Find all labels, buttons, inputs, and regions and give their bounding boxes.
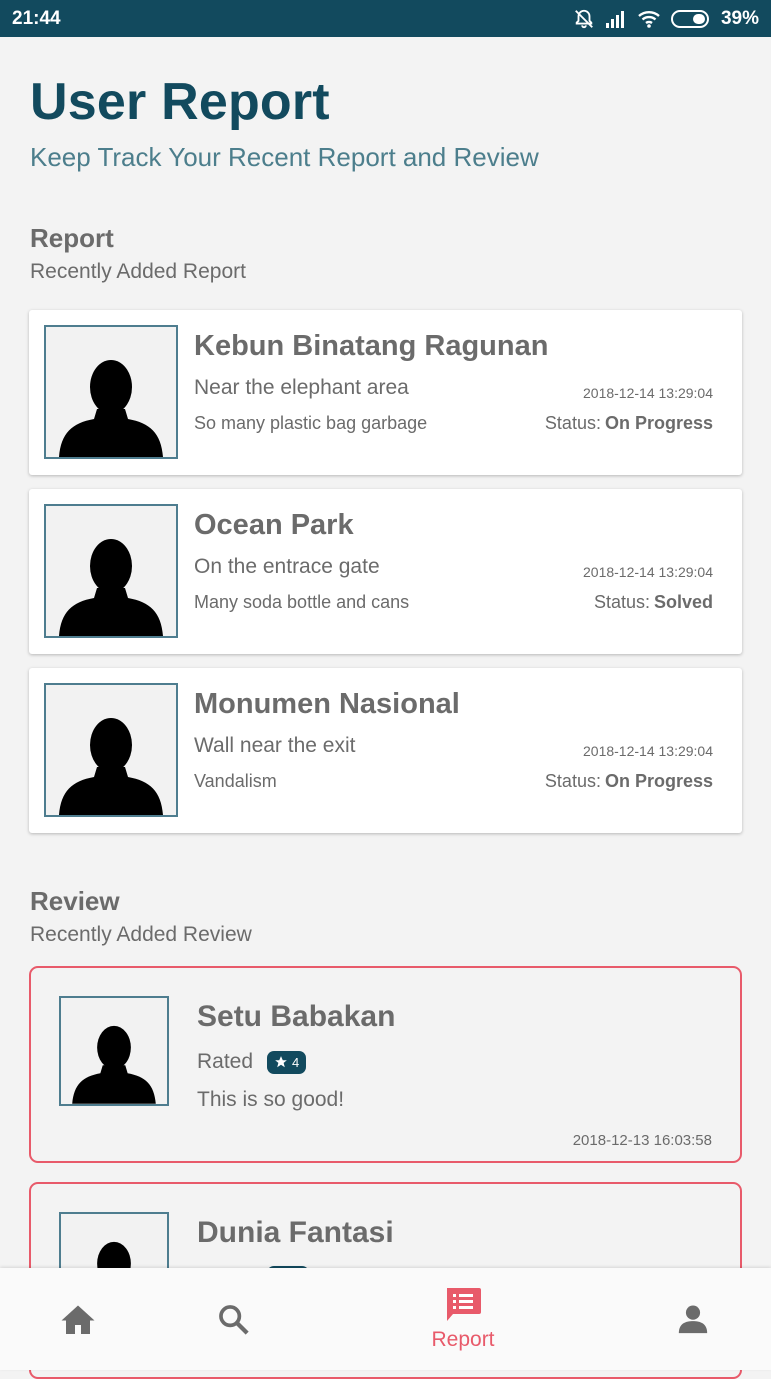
report-place-name: Monumen Nasional (194, 688, 460, 720)
rated-label: Rated (197, 1050, 254, 1073)
report-place-name: Kebun Binatang Ragunan (194, 330, 549, 362)
report-card[interactable]: Ocean Park On the entrace gate Many soda… (29, 489, 742, 654)
status-value: On Progress (604, 771, 713, 791)
review-date: 2018-12-13 16:03:58 (572, 1132, 712, 1149)
rating-value: 4 (292, 1054, 300, 1070)
star-icon (275, 1056, 287, 1068)
report-thumbnail (44, 504, 178, 638)
report-thumbnail (44, 325, 178, 459)
review-section-subtitle: Recently Added Review (30, 923, 252, 946)
nav-search[interactable] (205, 1268, 261, 1370)
review-card[interactable]: Setu Babakan Rated 4 This is so good! 20… (29, 966, 742, 1163)
battery-level: 39% (720, 7, 759, 29)
status-label: Status: (544, 771, 601, 791)
report-thumbnail (44, 683, 178, 817)
search-icon (219, 1305, 249, 1335)
person-silhouette-icon (59, 360, 163, 457)
report-icon (447, 1288, 481, 1321)
status-label: Status: (593, 592, 650, 612)
wifi-icon (637, 9, 661, 29)
report-date: 2018-12-14 13:29:04 (583, 385, 713, 401)
page-subtitle: Keep Track Your Recent Report and Review (30, 142, 539, 172)
profile-icon (678, 1305, 708, 1334)
person-silhouette-icon (59, 539, 163, 636)
battery-icon (670, 9, 711, 29)
report-date: 2018-12-14 13:29:04 (583, 743, 713, 759)
review-comment: This is so good! (197, 1088, 345, 1111)
nav-profile[interactable] (665, 1268, 721, 1370)
status-bar: 21:44 39% (0, 0, 771, 37)
report-card[interactable]: Monumen Nasional Wall near the exit Vand… (29, 668, 742, 833)
person-silhouette-icon (59, 718, 163, 815)
report-status: Status: On Progress (545, 413, 713, 434)
report-location: Near the elephant area (194, 376, 409, 399)
report-description: So many plastic bag garbage (194, 413, 428, 433)
report-date: 2018-12-14 13:29:04 (583, 564, 713, 580)
status-label: Status: (544, 413, 601, 433)
report-location: Wall near the exit (194, 734, 356, 757)
rating-badge: 4 (267, 1050, 307, 1074)
report-status: Status: On Progress (545, 771, 713, 792)
review-place-name: Dunia Fantasi (197, 1216, 394, 1249)
review-section-title: Review (30, 886, 120, 916)
review-thumbnail (59, 996, 169, 1106)
status-value: On Progress (604, 413, 713, 433)
report-status: Status: Solved (594, 592, 713, 613)
home-icon (61, 1305, 95, 1334)
report-description: Many soda bottle and cans (194, 592, 410, 612)
status-time: 21:44 (12, 7, 61, 29)
report-card[interactable]: Kebun Binatang Ragunan Near the elephant… (29, 310, 742, 475)
nav-home[interactable] (50, 1268, 106, 1370)
nav-report[interactable]: Report (413, 1268, 513, 1370)
bottom-navigation: Report (0, 1268, 771, 1370)
person-silhouette-icon (72, 1025, 156, 1104)
signal-icon (605, 9, 627, 29)
review-place-name: Setu Babakan (197, 1000, 396, 1033)
report-description: Vandalism (194, 771, 277, 791)
report-section-subtitle: Recently Added Report (30, 260, 246, 283)
nav-report-label: Report (431, 1328, 495, 1351)
report-location: On the entrace gate (194, 555, 380, 578)
status-value: Solved (653, 592, 713, 612)
review-rating-row: Rated 4 (197, 1050, 307, 1074)
page-title: User Report (30, 73, 330, 131)
report-place-name: Ocean Park (194, 509, 354, 541)
notifications-off-icon (573, 8, 595, 30)
report-section-title: Report (30, 223, 114, 253)
